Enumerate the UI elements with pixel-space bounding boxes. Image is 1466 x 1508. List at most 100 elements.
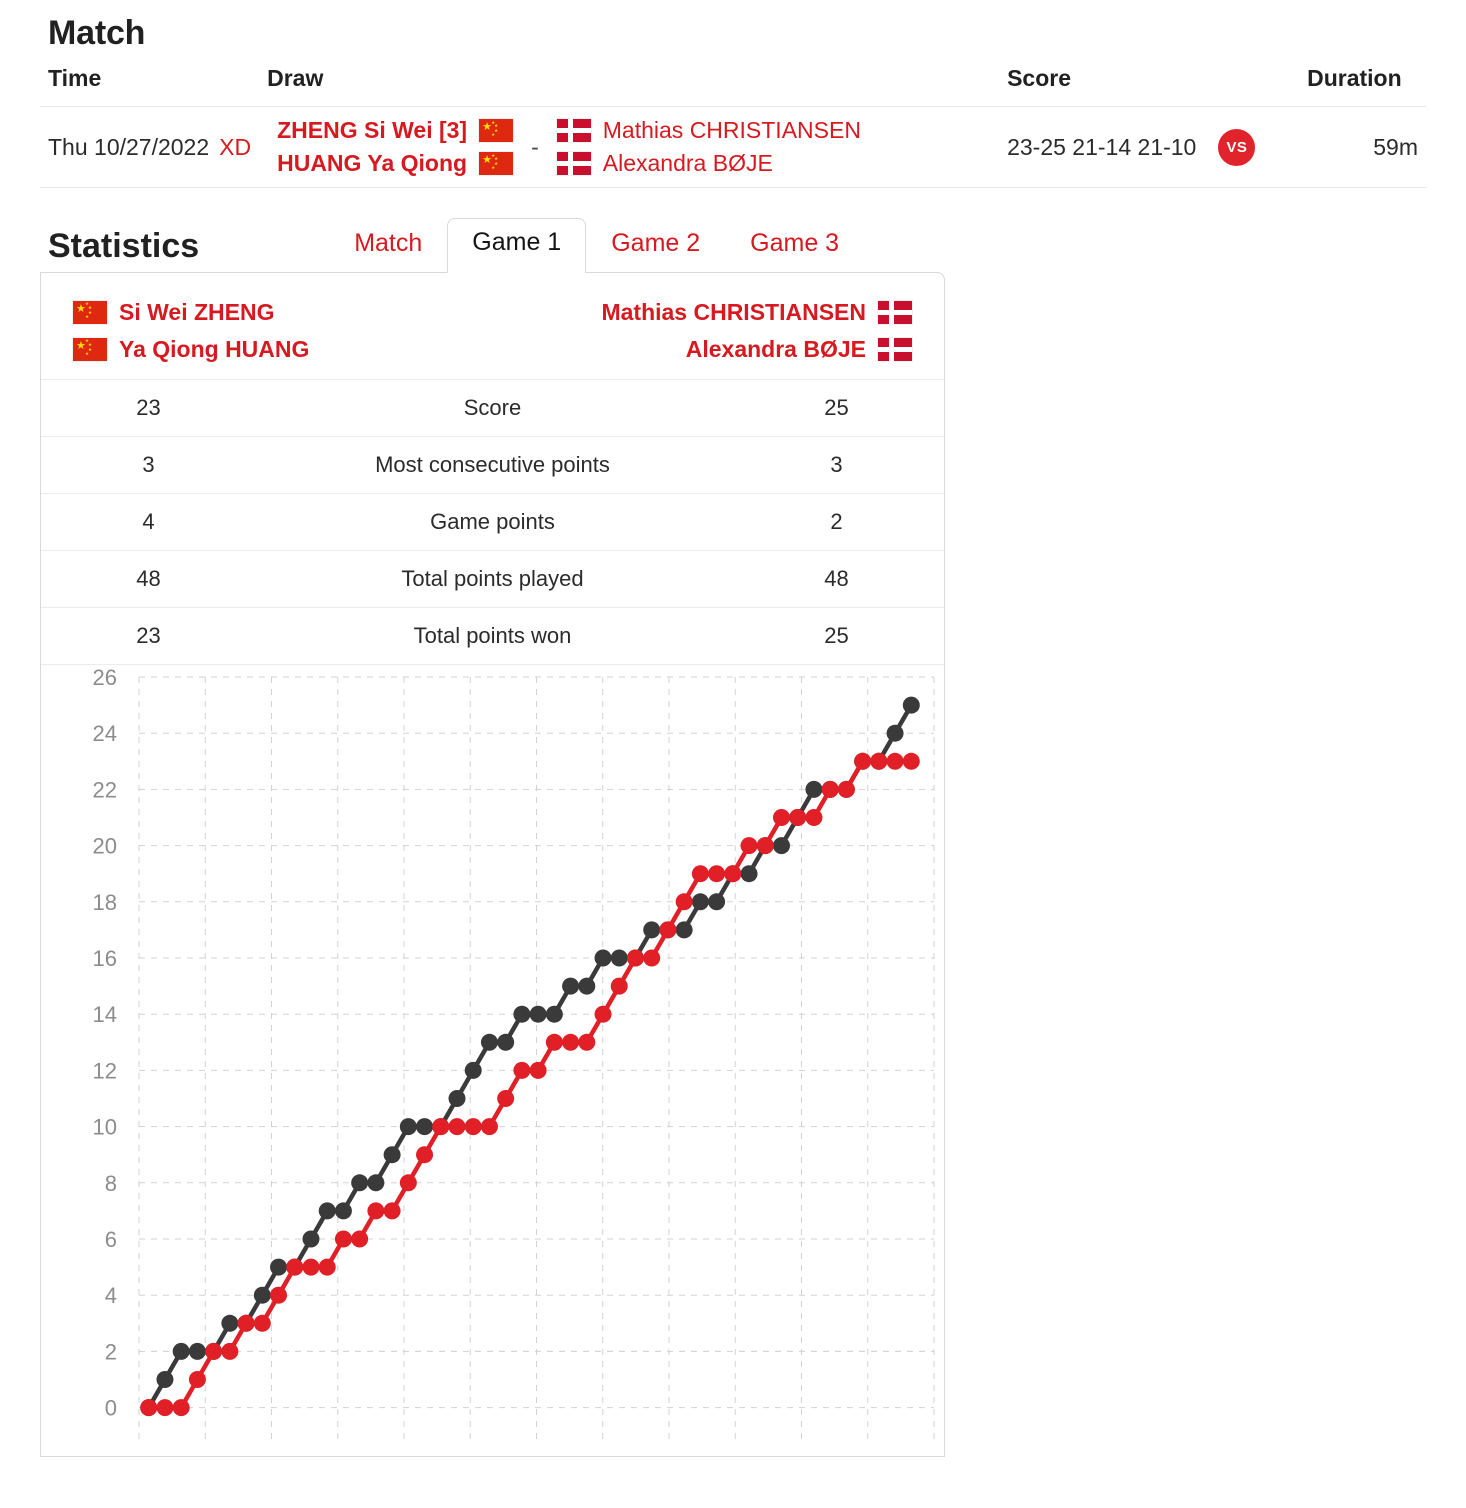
series-point	[188, 1370, 206, 1388]
stat-left-value: 48	[41, 549, 256, 607]
tab-game-3[interactable]: Game 3	[725, 219, 864, 272]
column-header-time: Time	[40, 61, 260, 107]
series-point	[821, 780, 839, 798]
left-player-2[interactable]: HUANG Ya Qiong ★ ★ ★ ★ ★	[277, 150, 514, 177]
series-point	[253, 1314, 271, 1332]
series-point	[464, 1061, 482, 1079]
series-point	[854, 752, 872, 770]
left-player-2-name[interactable]: HUANG Ya Qiong	[277, 150, 467, 177]
cn-flag-icon: ★ ★ ★ ★ ★	[479, 152, 514, 175]
series-point	[416, 1117, 434, 1135]
stats-left-player-2-name[interactable]: Ya Qiong HUANG	[119, 336, 309, 363]
series-point	[610, 949, 628, 966]
match-score: 23-25 21-14 21-10	[1007, 133, 1197, 160]
statistics-section-title: Statistics	[48, 226, 200, 265]
cn-flag-icon: ★ ★ ★ ★ ★	[73, 337, 107, 361]
match-time-cell: Thu 10/27/2022 XD	[40, 106, 260, 188]
series-point	[578, 977, 596, 995]
left-player-1-name[interactable]: ZHENG Si Wei [3]	[277, 117, 467, 144]
y-axis-tick-label: 24	[93, 721, 117, 746]
right-player-2-name[interactable]: Alexandra BØJE	[603, 150, 773, 177]
stats-right-player-1-name[interactable]: Mathias CHRISTIANSEN	[601, 299, 866, 326]
series-point	[367, 1173, 385, 1191]
dk-flag-icon	[556, 152, 591, 175]
right-team: Mathias CHRISTIANSEN Alexandra BØJE	[556, 117, 861, 177]
series-point	[156, 1370, 174, 1388]
match-pairing: ZHENG Si Wei [3] ★ ★ ★ ★ ★ HUANG Ya Qiong ★ ★…	[267, 117, 991, 177]
series-point	[610, 977, 628, 995]
series-point	[318, 1258, 336, 1276]
vs-badge-icon[interactable]: VS	[1218, 128, 1256, 166]
cn-flag-icon: ★ ★ ★ ★ ★	[73, 300, 107, 324]
points-progression-svg: 02468101214161820222426	[93, 669, 935, 1439]
series-point	[480, 1033, 498, 1051]
match-section-title: Match	[48, 14, 146, 52]
series-point	[724, 864, 742, 882]
series-point	[497, 1089, 515, 1107]
series-point	[691, 892, 709, 910]
stat-right-value: 25	[729, 606, 944, 665]
tab-game-1[interactable]: Game 1	[447, 218, 587, 273]
series-point	[399, 1117, 417, 1135]
series-point	[626, 949, 644, 966]
stats-left-player-2[interactable]: ★ ★ ★ ★ ★ Ya Qiong HUANG	[73, 336, 309, 363]
statistics-right-team: Mathias CHRISTIANSEN Alexandra BØJE	[601, 299, 912, 363]
series-point	[594, 949, 612, 966]
stat-label: Most consecutive points	[256, 435, 729, 493]
dk-flag-icon	[878, 337, 912, 361]
y-axis-tick-label: 16	[93, 946, 117, 971]
series-point	[902, 696, 920, 714]
match-row[interactable]: Thu 10/27/2022 XD ZHENG Si Wei [3] ★ ★ ★ ★ ★ …	[40, 106, 1426, 188]
dk-flag-icon	[556, 119, 591, 142]
series-point	[789, 808, 807, 826]
series-point	[562, 977, 580, 995]
series-point	[691, 864, 709, 882]
match-draw-tag[interactable]: XD	[219, 134, 251, 160]
series-line	[146, 758, 914, 1410]
statistics-panel: ★ ★ ★ ★ ★ Si Wei ZHENG ★ ★ ★ ★ ★ Ya Qiong HUANG …	[40, 271, 945, 1457]
right-player-1[interactable]: Mathias CHRISTIANSEN	[556, 117, 861, 144]
match-draw-cell: ZHENG Si Wei [3] ★ ★ ★ ★ ★ HUANG Ya Qiong ★ ★…	[259, 106, 1000, 188]
series-point	[708, 892, 726, 910]
series-point	[545, 1033, 563, 1051]
series-point	[448, 1117, 466, 1135]
statistics-header: Statistics Match Game 1 Game 2 Game 3	[40, 218, 1426, 273]
series-point	[805, 780, 823, 798]
y-axis-tick-label: 20	[93, 833, 117, 858]
series-point	[675, 920, 693, 938]
series-point	[659, 920, 677, 938]
stat-label: Game points	[256, 492, 729, 550]
series-point	[270, 1258, 288, 1276]
series-point	[756, 836, 774, 854]
series-point	[870, 752, 888, 770]
points-progression-chart: 0 2 4 6 8 10 12 14 16 18 20 22 24 26	[41, 669, 944, 1439]
series-point	[886, 752, 904, 770]
tab-match[interactable]: Match	[329, 219, 447, 272]
versus-dash: -	[531, 133, 539, 160]
series-point	[805, 808, 823, 826]
right-player-2[interactable]: Alexandra BØJE	[556, 150, 773, 177]
y-axis-tick-label: 8	[105, 1170, 117, 1195]
series-point	[270, 1286, 288, 1304]
series-point	[886, 724, 904, 742]
series-point	[529, 1005, 547, 1023]
right-player-1-name[interactable]: Mathias CHRISTIANSEN	[603, 117, 861, 144]
series-point	[464, 1117, 482, 1135]
stat-label: Total points played	[256, 549, 729, 607]
statistics-left-team: ★ ★ ★ ★ ★ Si Wei ZHENG ★ ★ ★ ★ ★ Ya Qiong HUANG	[73, 299, 309, 363]
table-row: 4 Game points 2	[41, 492, 944, 550]
stat-left-value: 23	[41, 378, 256, 436]
stats-right-player-2-name[interactable]: Alexandra BØJE	[686, 336, 866, 363]
stats-left-player-1[interactable]: ★ ★ ★ ★ ★ Si Wei ZHENG	[73, 299, 309, 326]
statistics-tabs: Match Game 1 Game 2 Game 3	[329, 218, 864, 273]
column-header-score: Score	[999, 61, 1300, 107]
stats-right-player-2[interactable]: Alexandra BØJE	[686, 336, 912, 363]
left-player-1[interactable]: ZHENG Si Wei [3] ★ ★ ★ ★ ★	[277, 117, 514, 144]
stat-left-value: 23	[41, 606, 256, 665]
y-axis-tick-label: 10	[93, 1114, 117, 1139]
stats-left-player-1-name[interactable]: Si Wei ZHENG	[119, 299, 275, 326]
tab-game-2[interactable]: Game 2	[586, 219, 725, 272]
statistics-players-row: ★ ★ ★ ★ ★ Si Wei ZHENG ★ ★ ★ ★ ★ Ya Qiong HUANG …	[41, 273, 944, 371]
series-point	[351, 1230, 369, 1247]
stats-right-player-1[interactable]: Mathias CHRISTIANSEN	[601, 299, 912, 326]
